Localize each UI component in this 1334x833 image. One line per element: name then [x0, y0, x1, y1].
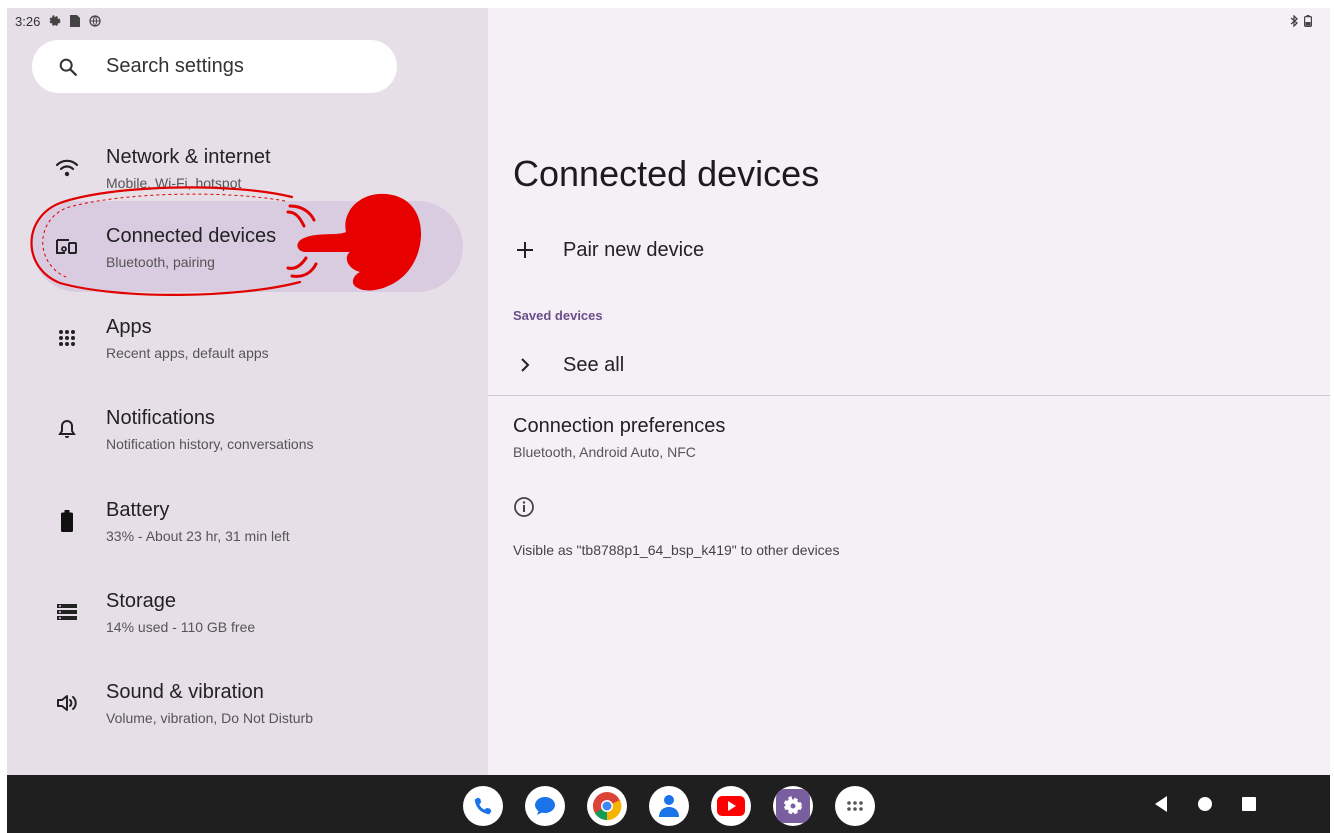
bell-icon [54, 416, 80, 442]
saved-devices-header: Saved devices [513, 308, 603, 323]
visible-as-text: Visible as "tb8788p1_64_bsp_k419" to oth… [513, 542, 840, 558]
apps-grid-icon [54, 325, 80, 351]
menu-item-subtitle: 14% used - 110 GB free [106, 619, 256, 635]
contacts-app-icon[interactable] [649, 786, 689, 826]
connection-preferences-subtitle: Bluetooth, Android Auto, NFC [513, 444, 696, 460]
menu-item-title: Network & internet [106, 146, 271, 168]
menu-item-subtitle: Notification history, conversations [106, 436, 314, 452]
globe-icon [89, 15, 101, 27]
phone-app-icon[interactable] [463, 786, 503, 826]
pair-new-device-label: Pair new device [563, 239, 705, 261]
status-time: 3:26 [15, 13, 41, 29]
battery-icon [1304, 15, 1312, 27]
menu-item-battery[interactable]: Battery 33% - About 23 hr, 31 min left [32, 475, 463, 566]
divider [488, 395, 1330, 396]
menu-item-apps[interactable]: Apps Recent apps, default apps [32, 292, 463, 383]
detail-pane: Connected devices Pair new device Saved … [488, 8, 1330, 775]
search-bar[interactable]: Search settings [32, 40, 397, 93]
back-icon[interactable] [1151, 793, 1173, 815]
home-icon[interactable] [1194, 793, 1216, 815]
chrome-app-icon[interactable] [587, 786, 627, 826]
search-icon [59, 58, 77, 76]
menu-item-title: Connected devices [106, 225, 277, 247]
settings-app-icon[interactable] [773, 786, 813, 826]
menu-item-notifications[interactable]: Notifications Notification history, conv… [32, 383, 463, 474]
taskbar [7, 775, 1330, 833]
plus-icon [513, 238, 537, 262]
app-drawer-icon[interactable] [835, 786, 875, 826]
status-bar-right [1290, 12, 1312, 30]
status-bar-left: 3:26 [15, 12, 101, 30]
messages-app-icon[interactable] [525, 786, 565, 826]
menu-item-storage[interactable]: Storage 14% used - 110 GB free [32, 566, 463, 657]
settings-nav-pane: 3:26 Search settings Network & internet … [7, 8, 488, 775]
menu-item-connected-devices[interactable]: Connected devices Bluetooth, pairing [32, 201, 463, 292]
wifi-icon [54, 155, 80, 181]
pair-new-device-row[interactable]: Pair new device [488, 230, 1330, 270]
menu-item-title: Apps [106, 316, 152, 338]
menu-item-subtitle: 33% - About 23 hr, 31 min left [106, 528, 290, 544]
battery-icon [54, 508, 80, 534]
speaker-icon [54, 690, 80, 716]
youtube-app-icon[interactable] [711, 786, 751, 826]
menu-item-subtitle: Bluetooth, pairing [106, 254, 215, 270]
see-all-row[interactable]: See all [488, 345, 1330, 385]
see-all-label: See all [563, 354, 625, 376]
bluetooth-icon [1290, 15, 1298, 27]
menu-item-title: Storage [106, 590, 177, 612]
storage-icon [54, 599, 80, 625]
menu-item-title: Battery [106, 499, 170, 521]
menu-item-title: Sound & vibration [106, 681, 264, 703]
page-title: Connected devices [513, 153, 820, 194]
menu-item-subtitle: Mobile, Wi-Fi, hotspot [106, 175, 242, 191]
menu-item-subtitle: Volume, vibration, Do Not Disturb [106, 710, 313, 726]
search-placeholder: Search settings [106, 55, 244, 77]
menu-item-subtitle: Recent apps, default apps [106, 345, 269, 361]
menu-item-network-internet[interactable]: Network & internet Mobile, Wi-Fi, hotspo… [32, 122, 463, 213]
connection-preferences-title[interactable]: Connection preferences [513, 415, 725, 438]
menu-item-sound-vibration[interactable]: Sound & vibration Volume, vibration, Do … [32, 657, 463, 748]
menu-item-title: Notifications [106, 407, 215, 429]
recents-icon[interactable] [1238, 793, 1260, 815]
devices-icon [54, 234, 80, 260]
chevron-right-icon [513, 353, 537, 377]
info-icon [514, 497, 534, 517]
gear-icon [49, 15, 61, 26]
screen: 3:26 Search settings Network & internet … [7, 8, 1330, 833]
sim-card-icon [70, 15, 81, 27]
